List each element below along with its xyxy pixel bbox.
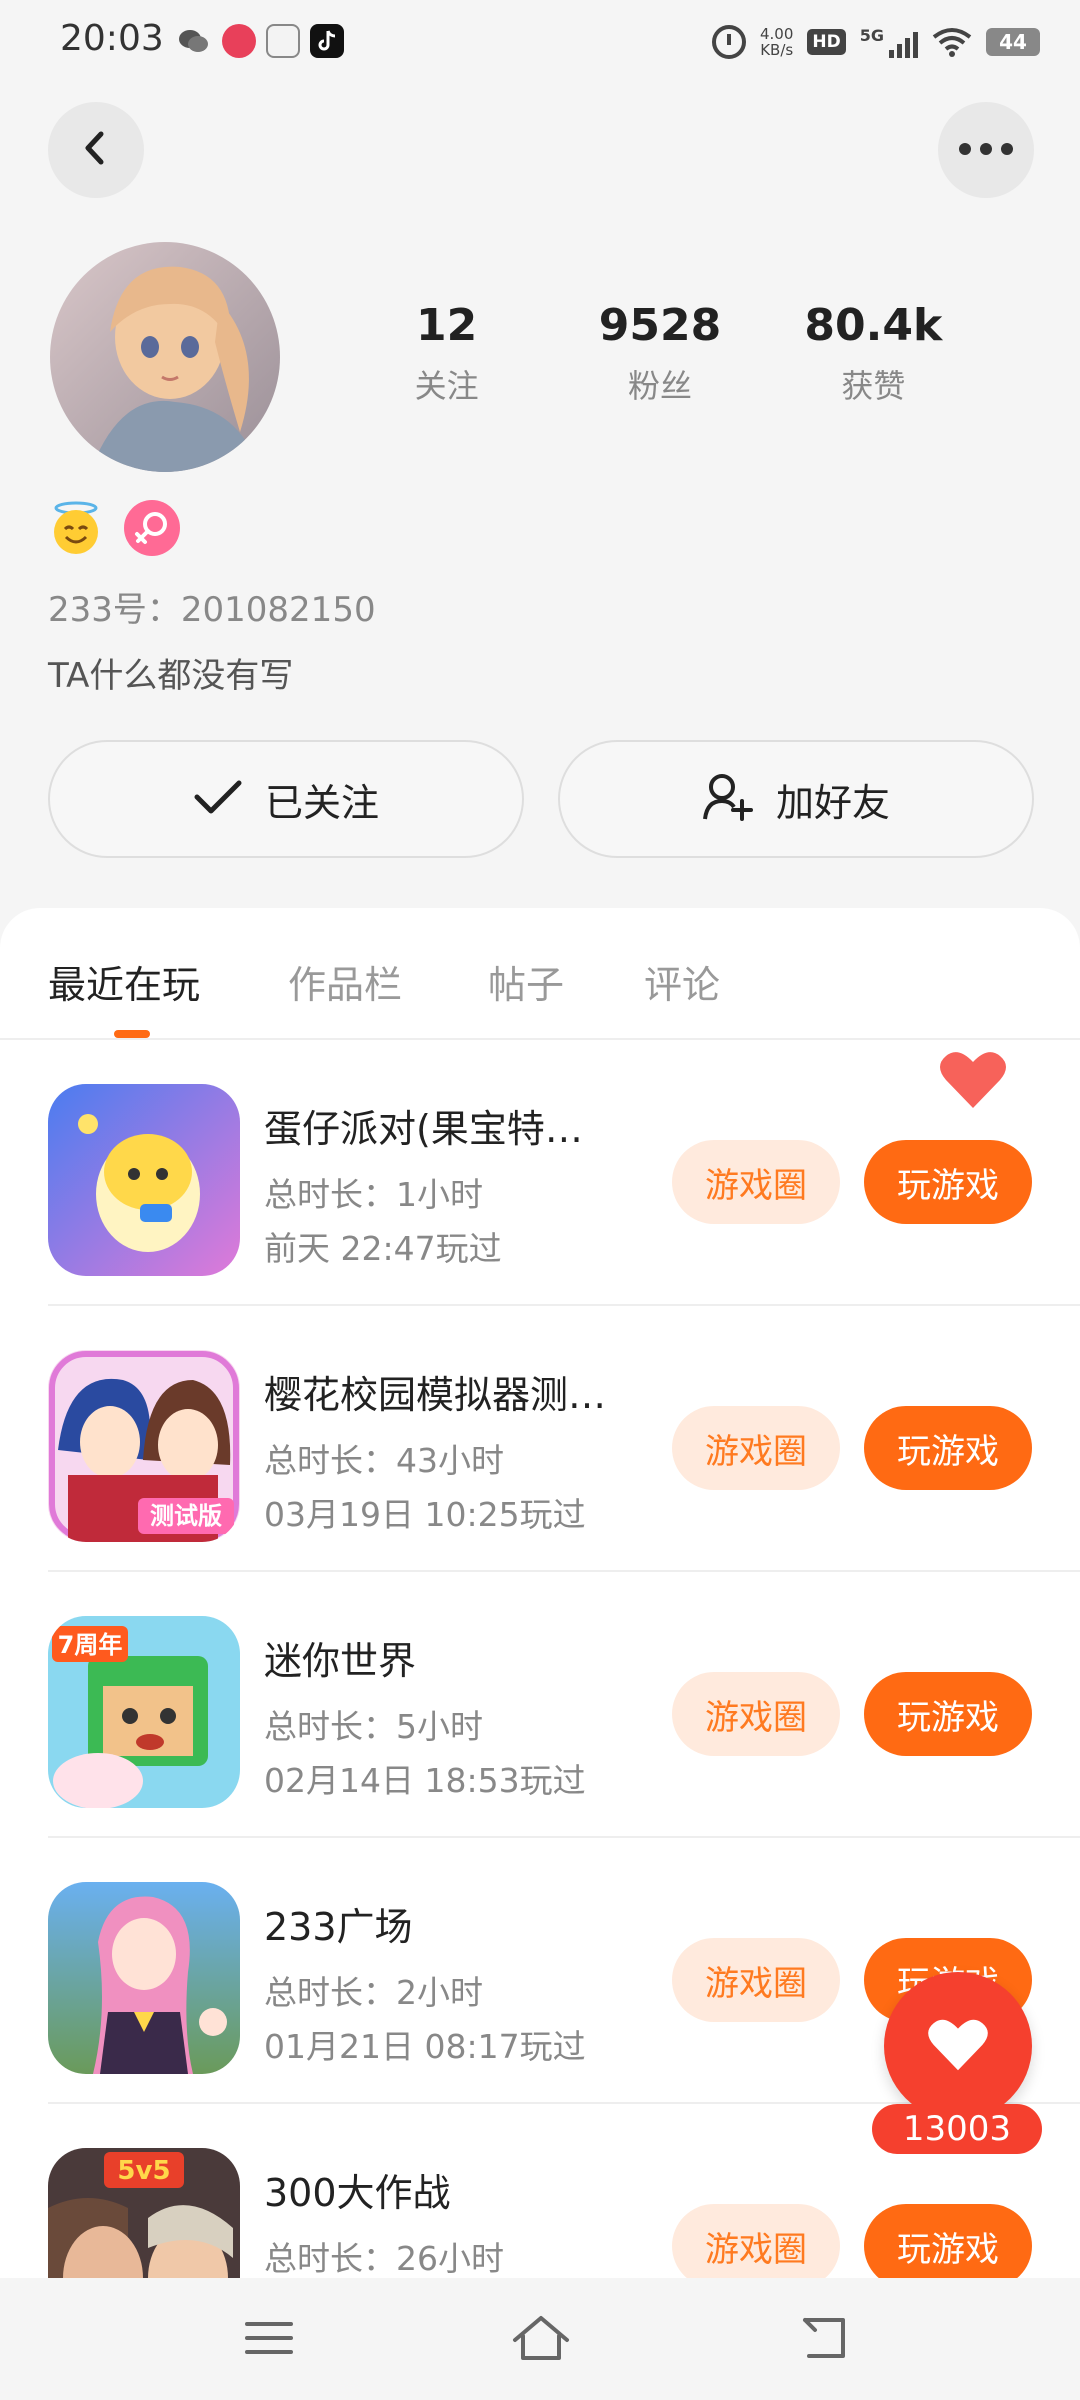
add-user-icon	[702, 771, 754, 827]
game-name: 蛋仔派对(果宝特…	[264, 1107, 583, 1151]
stat-label: 关注	[414, 367, 479, 405]
avatar[interactable]	[50, 242, 280, 472]
play-game-button[interactable]: 玩游戏	[864, 1672, 1032, 1756]
game-name: 233广场	[264, 1905, 413, 1949]
home-icon[interactable]	[506, 2308, 576, 2368]
game-circle-button[interactable]: 游戏圈	[672, 1406, 840, 1490]
follow-button-label: 已关注	[264, 780, 379, 825]
stat-likes[interactable]: 80.4k 获赞	[767, 300, 980, 407]
status-bar: 20:03 4.00 KB/s HD 5G 44	[0, 0, 1080, 84]
game-last-played: 03月19日 10:25玩过	[264, 1495, 586, 1534]
hd-badge: HD	[807, 29, 846, 55]
game-last-played: 前天 22:47玩过	[264, 1229, 502, 1268]
game-icon-sakura-school[interactable]: 测试版	[48, 1350, 240, 1542]
signal-icon: 5G	[860, 26, 918, 58]
anniversary-badge: 7周年	[58, 1631, 123, 1659]
user-bio: TA什么都没有写	[48, 656, 294, 696]
game-duration: 总时长：26小时	[264, 2239, 504, 2278]
network-type: 5G	[859, 26, 884, 45]
female-icon	[124, 500, 180, 556]
game-name: 樱花校园模拟器测…	[264, 1373, 607, 1417]
game-circle-button[interactable]: 游戏圈	[672, 1672, 840, 1756]
user-id: 233号：201082150	[48, 590, 376, 630]
net-speed-value: 4.00	[759, 25, 794, 43]
back-nav-icon[interactable]	[790, 2308, 860, 2368]
tab-posts[interactable]: 帖子	[488, 954, 564, 1009]
game-circle-button[interactable]: 游戏圈	[672, 1938, 840, 2022]
navigation-bar	[0, 2278, 1080, 2400]
status-time: 20:03	[60, 18, 164, 59]
heart-icon	[926, 2016, 990, 2076]
profile-stats: 12 关注 9528 粉丝 80.4k 获赞	[340, 300, 980, 407]
game-row[interactable]: 蛋仔派对(果宝特… 总时长：1小时 前天 22:47玩过 游戏圈 玩游戏	[0, 1040, 1080, 1306]
stat-followers[interactable]: 9528 粉丝	[553, 300, 766, 407]
stat-label: 获赞	[841, 367, 906, 405]
follow-button[interactable]: 已关注	[48, 740, 524, 858]
stat-value: 12	[416, 300, 478, 351]
game-row[interactable]: 测试版 樱花校园模拟器测… 总时长：43小时 03月19日 10:25玩过 游戏…	[0, 1306, 1080, 1572]
stat-following[interactable]: 12 关注	[340, 300, 553, 407]
more-button[interactable]	[938, 102, 1034, 198]
net-speed-unit: KB/s	[760, 41, 794, 59]
score-app-icon	[266, 24, 300, 58]
game-duration: 总时长：2小时	[264, 1973, 483, 2012]
back-button[interactable]	[48, 102, 144, 198]
tab-bar: 最近在玩 作品栏 帖子 评论	[0, 908, 1080, 1040]
like-count: 13003	[872, 2104, 1042, 2154]
play-game-button[interactable]: 玩游戏	[864, 1140, 1032, 1224]
stat-label: 粉丝	[627, 367, 692, 405]
test-version-badge: 测试版	[150, 1502, 222, 1530]
wechat-icon	[176, 24, 210, 58]
tab-recent-games[interactable]: 最近在玩	[48, 954, 200, 1009]
tab-works[interactable]: 作品栏	[288, 954, 402, 1009]
game-duration: 总时长：5小时	[264, 1707, 483, 1746]
game-icon-eggy-party[interactable]	[48, 1084, 240, 1276]
game-icon-233-plaza[interactable]	[48, 1882, 240, 2074]
game-name: 迷你世界	[264, 1639, 417, 1683]
game-icon-300-battle[interactable]: 5v5	[48, 2148, 240, 2278]
game-last-played: 02月14日 18:53玩过	[264, 1761, 586, 1800]
stat-value: 80.4k	[804, 300, 943, 351]
app-notification-icon	[222, 24, 256, 58]
battery-indicator: 44	[986, 28, 1040, 56]
tiktok-icon	[310, 24, 344, 58]
more-dots-icon	[958, 141, 1014, 160]
play-game-button[interactable]: 玩游戏	[864, 1406, 1032, 1490]
game-name: 300大作战	[264, 2171, 451, 2215]
game-circle-button[interactable]: 游戏圈	[672, 1140, 840, 1224]
smiling-halo-emoji	[48, 500, 104, 556]
game-circle-button[interactable]: 游戏圈	[672, 2204, 840, 2278]
tab-comments[interactable]: 评论	[644, 954, 720, 1009]
game-last-played: 01月21日 08:17玩过	[264, 2027, 586, 2066]
chevron-left-icon	[76, 128, 116, 172]
net-speed: 4.00 KB/s	[760, 26, 793, 58]
heart-icon[interactable]	[938, 1048, 1008, 1110]
game-row[interactable]: 7周年 迷你世界 总时长：5小时 02月14日 18:53玩过 游戏圈 玩游戏	[0, 1572, 1080, 1838]
add-friend-button[interactable]: 加好友	[558, 740, 1034, 858]
play-game-button[interactable]: 玩游戏	[864, 2204, 1032, 2278]
add-friend-button-label: 加好友	[775, 780, 890, 825]
game-icon-mini-world[interactable]: 7周年	[48, 1616, 240, 1808]
game-duration: 总时长：43小时	[264, 1441, 504, 1480]
alarm-icon	[711, 25, 746, 59]
game-duration: 总时长：1小时	[264, 1175, 483, 1214]
check-icon	[193, 777, 243, 821]
floating-like-button[interactable]	[884, 1972, 1032, 2120]
menu-icon[interactable]	[234, 2308, 304, 2368]
wifi-icon	[932, 27, 972, 57]
mode-badge: 5v5	[117, 2156, 170, 2186]
tab-indicator	[114, 1030, 150, 1038]
stat-value: 9528	[598, 300, 722, 351]
